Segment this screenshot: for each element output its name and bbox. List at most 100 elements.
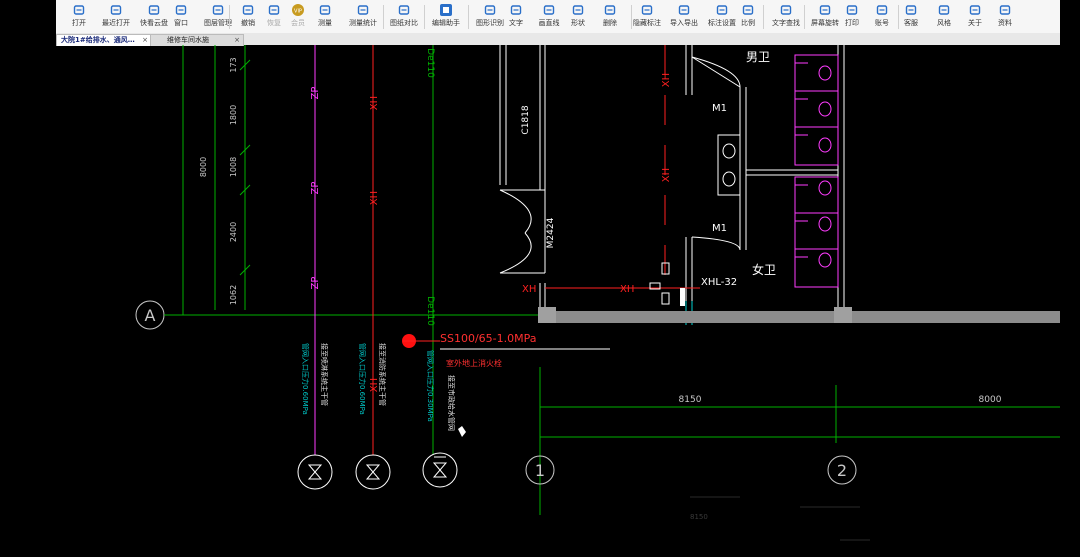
cloud-icon: [148, 4, 160, 16]
measure-icon: [319, 4, 331, 16]
measure-stats-icon: [357, 4, 369, 16]
toolbar-button-label: 隐藏标注: [633, 19, 661, 27]
toolbar-button-measure[interactable]: 测量: [313, 2, 337, 31]
pipe-label-xh: XH: [661, 168, 672, 182]
toolbar-button-label: 屏幕旋转: [811, 19, 839, 27]
headset-icon: [905, 4, 917, 16]
toolbar-button-edit-assistant[interactable]: 编辑助手: [429, 2, 463, 31]
toolbar-button-print[interactable]: 打印: [840, 2, 864, 31]
pipe-label-zp: ZP: [310, 87, 321, 100]
toolbar-button-line[interactable]: 画直线: [537, 2, 561, 31]
toolbar-button-text-search[interactable]: 文字查找: [770, 2, 802, 31]
scale-icon: [742, 4, 754, 16]
toolbar-separator: [631, 5, 632, 29]
dim-text: 2400: [229, 222, 238, 242]
toolbar-button-shape-recognize[interactable]: 图形识别: [473, 2, 507, 31]
toolbar-button-label: 编辑助手: [432, 19, 460, 27]
pipe-note: 管网入口压力0.60MPa: [358, 343, 367, 415]
toolbar-button-label: 会员: [291, 19, 305, 27]
hydrant-label: XHL-32: [701, 277, 737, 288]
dim-text: 1008: [229, 157, 238, 177]
toolbar-button-vip[interactable]: VIP 会员: [288, 2, 308, 31]
app-window: 打开 最近打开 快看云盘 窗口 图层管理 撤销 恢复 VIP 会员 测量 测量统计 图纸对比 编辑助手图…: [56, 0, 1060, 46]
toolbar-button-shape[interactable]: 形状: [568, 2, 588, 31]
wall-outline: [499, 45, 845, 315]
document-icon: [999, 4, 1011, 16]
pipe-label-zp: ZP: [310, 182, 321, 195]
door-m1-swing: [691, 236, 741, 251]
cad-drawing-canvas[interactable]: A 173 1800 1008 8000 2400 1062 ZP ZP ZP …: [0, 45, 1080, 557]
import-export-icon: [678, 4, 690, 16]
toolbar-button-folder[interactable]: 打开: [68, 2, 90, 31]
mouse-cursor: [458, 426, 466, 437]
toolbar-button-label: 导入导出: [670, 19, 698, 27]
text-icon: [510, 4, 522, 16]
toolbar-separator: [424, 5, 425, 29]
toolbar-button-user[interactable]: 账号: [871, 2, 893, 31]
toolbar-button-label: 标注设置: [708, 19, 736, 27]
info-icon: [969, 4, 981, 16]
shape-recognize-icon: [484, 4, 496, 16]
line-icon: [543, 4, 555, 16]
wash-basins: [717, 134, 741, 196]
toolbar-button-style[interactable]: 风格: [933, 2, 955, 31]
column: [538, 307, 556, 323]
toolbar-separator: [229, 5, 230, 29]
pipe-label-xh: XH: [369, 191, 380, 205]
toolbar-button-document[interactable]: 资料: [994, 2, 1016, 31]
document-tabs: 大院1#给排水、通风… × 维修车间水施 ×: [56, 33, 1060, 46]
door-label-m1: M1: [712, 223, 727, 234]
annotation-settings-icon: [716, 4, 728, 16]
valve-symbols: [297, 452, 458, 490]
toolbar-button-measure-stats[interactable]: 测量统计: [346, 2, 380, 31]
style-icon: [938, 4, 950, 16]
toolbar-button-label: 客服: [904, 19, 918, 27]
pipe-label-xh: XH: [522, 284, 536, 295]
pipe-note: 接至喷淋系统主干管: [320, 343, 329, 406]
dim-text-8150: 8150: [679, 395, 702, 405]
toolbar-button-redo[interactable]: 恢复: [264, 2, 284, 31]
folder-icon: [73, 4, 85, 16]
dim-text: 1800: [229, 105, 238, 125]
toolbar-button-undo[interactable]: 撤销: [238, 2, 258, 31]
axis-label-1: 1: [535, 461, 545, 480]
toolbar-button-hide-annotation[interactable]: 隐藏标注: [632, 2, 662, 31]
toolbar-button-label: 风格: [937, 19, 951, 27]
toolbar-button-text[interactable]: 文字: [506, 2, 526, 31]
toolbar-button-label: 图纸对比: [390, 19, 418, 27]
toolbar-button-label: 文字: [509, 19, 523, 27]
pipe-note: 接至市政给水管网: [447, 375, 456, 431]
toolbar-button-scale[interactable]: 比例: [737, 2, 759, 31]
layers-icon: [212, 4, 224, 16]
toolbar-button-clock[interactable]: 最近打开: [100, 2, 132, 31]
pipe-label-zp: ZP: [310, 277, 321, 290]
print-icon: [846, 4, 858, 16]
toolbar-button-annotation-settings[interactable]: 标注设置: [706, 2, 738, 31]
toolbar-button-info[interactable]: 关于: [964, 2, 986, 31]
toolbar-button-eraser[interactable]: 删除: [600, 2, 620, 31]
room-label-male: 男卫: [746, 50, 770, 64]
dim-text: 1062: [229, 285, 238, 305]
door-label-m1: M1: [712, 103, 727, 114]
pipe-note: 管网入口压力0.30MPa: [426, 350, 435, 422]
toolbar-button-label: 测量统计: [349, 19, 377, 27]
toolbar-button-compare[interactable]: 图纸对比: [388, 2, 420, 31]
toolbar-button-label: 撤销: [241, 19, 255, 27]
window-label-c1818: C1818: [521, 105, 531, 134]
toolbar-button-label: 关于: [968, 19, 982, 27]
toolbar-button-rotate-screen[interactable]: 屏幕旋转: [810, 2, 840, 31]
pipe-label-xh: XH: [369, 96, 380, 110]
toolbar-button-cloud[interactable]: 快看云盘: [138, 2, 170, 31]
text-search-icon: [780, 4, 792, 16]
svg-text:VIP: VIP: [294, 9, 302, 15]
toolbar-button-import-export[interactable]: 导入导出: [668, 2, 700, 31]
faint-geometry: [690, 496, 870, 541]
toolbar-button-label: 形状: [571, 19, 585, 27]
toolbar-button-label: 打开: [72, 19, 86, 27]
hydrant-marker: [680, 288, 685, 306]
toolbar-button-headset[interactable]: 客服: [900, 2, 922, 31]
rotate-screen-icon: [819, 4, 831, 16]
compare-icon: [398, 4, 410, 16]
toolbar-button-window[interactable]: 窗口: [171, 2, 191, 31]
toolbar-button-label: 文字查找: [772, 19, 800, 27]
